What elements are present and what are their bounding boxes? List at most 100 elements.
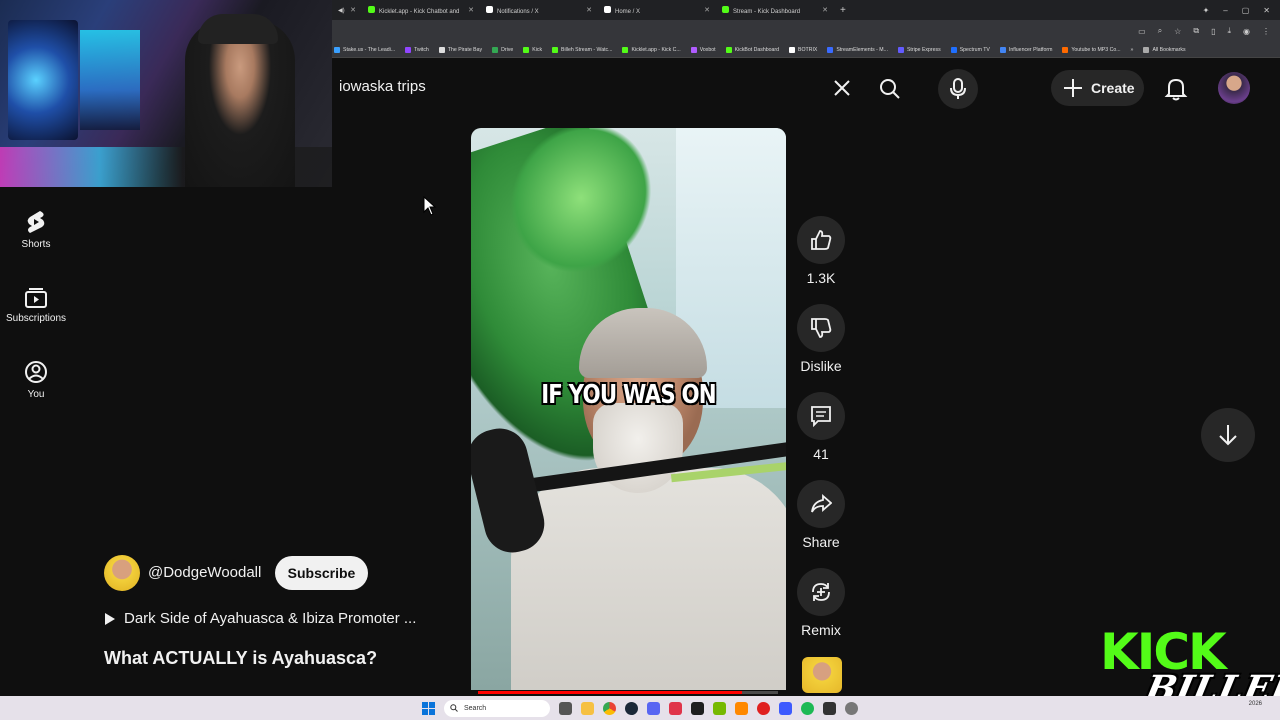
- settings-gear-icon[interactable]: [845, 701, 858, 715]
- account-avatar[interactable]: [1218, 72, 1250, 104]
- browser-tab-strip: ◀) ✕ Kicklet.app - Kick Chatbot and ✕ Not…: [332, 0, 1280, 20]
- bookmark-item[interactable]: Spectrum TV: [950, 46, 990, 53]
- bookmark-star-icon[interactable]: ☆: [1174, 27, 1181, 36]
- terminal-icon[interactable]: [691, 701, 704, 715]
- system-tray-date[interactable]: 2026: [1249, 700, 1262, 708]
- download-icon[interactable]: ⤓: [1227, 26, 1231, 36]
- bookmark-item[interactable]: The Pirate Bay: [438, 46, 482, 53]
- obs-record-icon[interactable]: [757, 701, 770, 715]
- close-icon[interactable]: ✕: [586, 6, 592, 14]
- bookmark-item[interactable]: Kicklet.app - Kick C...: [622, 46, 681, 53]
- sidebar-icon[interactable]: ▯: [1211, 27, 1215, 36]
- sidebar-item-you[interactable]: You: [0, 360, 72, 400]
- remix-button[interactable]: [797, 568, 845, 616]
- close-icon[interactable]: ✕: [822, 6, 828, 14]
- minimize-icon[interactable]: –: [1223, 6, 1227, 15]
- share-action[interactable]: Share: [797, 480, 845, 550]
- bookmarks-overflow-icon[interactable]: »: [1131, 47, 1134, 53]
- chrome-icon[interactable]: [603, 701, 616, 715]
- maximize-icon[interactable]: ▢: [1242, 6, 1250, 15]
- close-icon[interactable]: ✕: [350, 6, 356, 14]
- tab-audio[interactable]: ◀) ✕: [332, 0, 362, 20]
- window-close-icon[interactable]: ✕: [1263, 6, 1270, 15]
- steam-icon[interactable]: [625, 701, 638, 715]
- next-video-button[interactable]: [1201, 408, 1255, 462]
- channel-handle[interactable]: @DodgeWoodall: [148, 564, 261, 581]
- app-red-icon[interactable]: [669, 701, 682, 715]
- sidebar-item-label: You: [27, 389, 45, 400]
- video-caption: IF YOU WAS ON: [541, 380, 716, 410]
- browser-tab[interactable]: Stream - Kick Dashboard ✕: [716, 0, 834, 20]
- file-explorer-icon[interactable]: [581, 701, 594, 715]
- bookmark-item[interactable]: KickBot Dashboard: [725, 46, 779, 53]
- clear-search-button[interactable]: [828, 74, 856, 102]
- browser-tab[interactable]: Notifications / X ✕: [480, 0, 598, 20]
- bookmark-item[interactable]: StreamElements - M...: [827, 46, 888, 53]
- video-progress-bar[interactable]: [478, 691, 778, 694]
- plus-icon: [1064, 79, 1082, 97]
- windows-start-icon[interactable]: [422, 701, 435, 715]
- sidebar-item-shorts[interactable]: Shorts: [0, 210, 72, 250]
- dislike-button[interactable]: [797, 304, 845, 352]
- search-button[interactable]: [872, 72, 908, 106]
- like-action[interactable]: 1.3K: [797, 216, 845, 286]
- spotify-icon[interactable]: [801, 701, 814, 715]
- browser-tab[interactable]: Kicklet.app - Kick Chatbot and ✕: [362, 0, 480, 20]
- bookmark-item[interactable]: Stake.us - The Leadi...: [334, 46, 395, 53]
- channel-thumbnail[interactable]: [802, 657, 842, 693]
- shorts-video-player[interactable]: IF YOU WAS ON: [471, 128, 786, 690]
- discord-icon[interactable]: [647, 701, 660, 715]
- remix-action[interactable]: Remix: [797, 568, 845, 638]
- dislike-action[interactable]: Dislike: [797, 304, 845, 374]
- bookmark-item[interactable]: Twitch: [405, 46, 429, 53]
- close-icon: [834, 80, 850, 96]
- bookmark-item[interactable]: Influencer Platform: [999, 46, 1052, 53]
- bookmark-item[interactable]: Voxbot: [690, 46, 716, 53]
- bookmark-item[interactable]: Billeh Stream - Watc...: [552, 46, 612, 53]
- search-icon: [450, 704, 458, 712]
- bookmark-item[interactable]: BOTRIX: [789, 46, 817, 53]
- search-input[interactable]: iowaska trips: [339, 78, 426, 95]
- taskbar-search[interactable]: Search: [444, 699, 550, 717]
- close-icon[interactable]: ✕: [468, 6, 474, 14]
- kick-favicon-icon: [368, 5, 375, 13]
- subscribe-button[interactable]: Subscribe: [275, 556, 368, 590]
- voice-search-button[interactable]: [938, 69, 978, 109]
- bookmark-item[interactable]: Drive: [492, 46, 513, 53]
- bookmark-item[interactable]: Stripe Express: [897, 46, 941, 53]
- tab-label: Notifications / X: [497, 8, 539, 15]
- like-button[interactable]: [797, 216, 845, 264]
- webcam-monitor-2: [80, 30, 140, 130]
- cast-icon[interactable]: ▭: [1138, 27, 1146, 36]
- bookmark-item[interactable]: Youtube to MP3 Co...: [1062, 46, 1121, 53]
- create-button[interactable]: Create: [1051, 70, 1144, 106]
- browser-tab[interactable]: Home / X ✕: [598, 0, 716, 20]
- menu-icon[interactable]: ⋮: [1262, 27, 1270, 36]
- app-dark-icon[interactable]: [823, 701, 836, 715]
- sidebar-item-subscriptions[interactable]: Subscriptions: [0, 286, 72, 324]
- webcam-person: [185, 20, 295, 187]
- video-title[interactable]: What ACTUALLY is Ayahuasca?: [104, 648, 377, 669]
- bookmark-item[interactable]: Kick: [523, 46, 542, 53]
- comments-button[interactable]: [797, 392, 845, 440]
- profile-icon[interactable]: ◉: [1243, 27, 1250, 36]
- share-button[interactable]: [797, 480, 845, 528]
- bookmark-favicon-icon: [334, 46, 340, 53]
- app-blue-icon[interactable]: [779, 701, 792, 715]
- zoom-icon[interactable]: ⌕: [1158, 26, 1162, 36]
- all-bookmarks[interactable]: All Bookmarks: [1143, 46, 1186, 53]
- new-tab-plus-icon[interactable]: +: [834, 5, 852, 16]
- task-view-icon[interactable]: [559, 701, 572, 715]
- playlist-link[interactable]: Dark Side of Ayahuasca & Ibiza Promoter …: [104, 610, 416, 627]
- channel-avatar[interactable]: [104, 555, 140, 591]
- close-icon[interactable]: ✕: [704, 6, 710, 14]
- playlist-title: Dark Side of Ayahuasca & Ibiza Promoter …: [124, 610, 417, 627]
- extension-icon[interactable]: ✦: [1203, 6, 1210, 15]
- webcam-hat: [198, 14, 278, 44]
- comments-action[interactable]: 41: [797, 392, 845, 462]
- nvidia-icon[interactable]: [713, 701, 726, 715]
- notifications-bell-icon[interactable]: [1163, 76, 1189, 102]
- vlc-icon[interactable]: [735, 701, 748, 715]
- thumbs-up-icon: [811, 230, 832, 250]
- extensions-icon[interactable]: ⧉: [1193, 26, 1199, 36]
